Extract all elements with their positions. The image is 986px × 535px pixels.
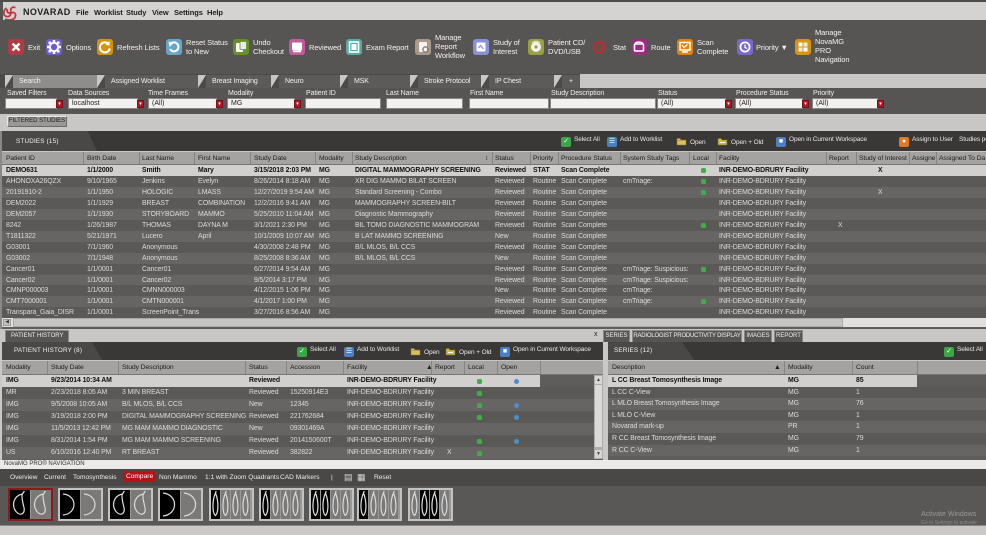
svg-text:$: $ xyxy=(597,43,602,52)
